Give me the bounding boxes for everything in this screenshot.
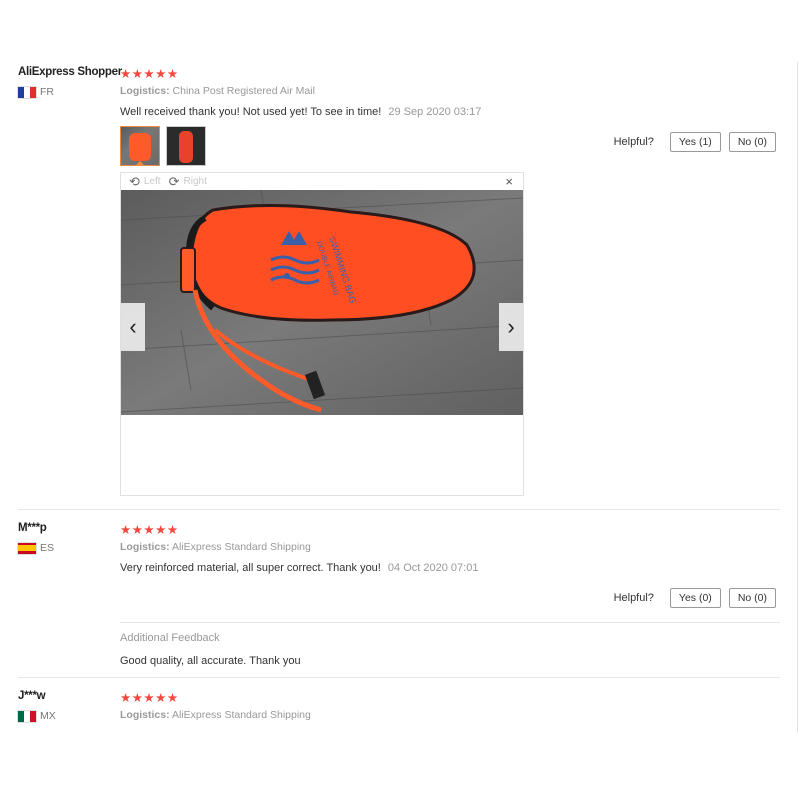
previous-image-button[interactable]: ‹ [121,303,145,351]
country-code: ES [40,542,55,554]
rotate-right-icon: ⟳ [168,173,180,189]
reviewer-name: J***w [18,690,46,702]
list-border [797,62,798,732]
flag-es-icon [18,542,36,554]
review-divider [18,509,780,510]
viewer-toolbar: ⟲ Left ⟳ Right × [121,173,523,190]
review-thumbnail[interactable] [166,126,206,166]
flag-mx-icon [18,710,36,722]
review-thumbnail[interactable] [120,126,160,166]
logistics-value: AliExpress Standard Shipping [171,709,311,721]
rotate-left-button[interactable]: ⟲ Left [129,174,161,190]
country-code: FR [40,86,54,98]
helpful-no-button[interactable]: No (0) [728,588,776,608]
reviewer-country: FR [18,86,54,98]
comment-text: Very reinforced material, all super corr… [120,562,381,574]
review-thumbnails [120,126,212,166]
star-rating: ★★★★★ [120,67,179,81]
helpful-yes-button[interactable]: Yes (0) [669,588,721,608]
logistics-info: Logistics: AliExpress Standard Shipping [120,541,311,553]
reviewer-country: ES [18,542,54,554]
logistics-label: Logistics: [120,541,170,553]
helpful-label: Helpful? [613,592,654,604]
swim-buoy-photo: SWIMMING BAG DOUBLE AIRBAG [121,190,523,415]
helpful-vote: Helpful? Yes (0) No (0) [614,588,776,608]
logistics-value: China Post Registered Air Mail [172,85,315,97]
comment-text: Well received thank you! Not used yet! T… [120,106,382,118]
review-date: 04 Oct 2020 07:01 [387,562,479,574]
helpful-vote: Helpful? Yes (1) No (0) [614,132,776,152]
helpful-no-button[interactable]: No (0) [728,132,776,152]
review-comment: Well received thank you! Not used yet! T… [120,106,481,118]
logistics-label: Logistics: [120,709,170,721]
logistics-label: Logistics: [120,85,170,97]
reviews-list: AliExpress Shopper FR ★★★★★ Logistics: C… [0,62,800,732]
star-rating: ★★★★★ [120,523,179,537]
review-comment: Very reinforced material, all super corr… [120,562,478,574]
close-viewer-icon[interactable]: × [505,174,513,189]
review-photo: SWIMMING BAG DOUBLE AIRBAG ‹ › [121,190,523,415]
helpful-yes-button[interactable]: Yes (1) [669,132,721,152]
reviewer-name: AliExpress Shopper [18,66,122,78]
reviewer-country: MX [18,710,56,722]
rotate-left-icon: ⟲ [129,173,140,189]
helpful-label: Helpful? [613,136,654,148]
logistics-info: Logistics: China Post Registered Air Mai… [120,85,315,97]
additional-feedback-text: Good quality, all accurate. Thank you [120,655,301,667]
additional-feedback-title: Additional Feedback [120,632,220,644]
additional-feedback-divider [120,622,780,623]
reviewer-name: M***p [18,522,47,534]
next-image-button[interactable]: › [499,303,523,351]
image-viewer: ⟲ Left ⟳ Right × SWIMMING BAG DOUBLE AIR… [120,172,524,496]
logistics-info: Logistics: AliExpress Standard Shipping [120,709,311,721]
rotate-right-button[interactable]: ⟳ Right [169,174,207,190]
country-code: MX [40,710,56,722]
star-rating: ★★★★★ [120,691,179,705]
review-date: 29 Sep 2020 03:17 [388,106,482,118]
logistics-value: AliExpress Standard Shipping [171,541,311,553]
review-divider [18,677,780,678]
flag-fr-icon [18,86,36,98]
